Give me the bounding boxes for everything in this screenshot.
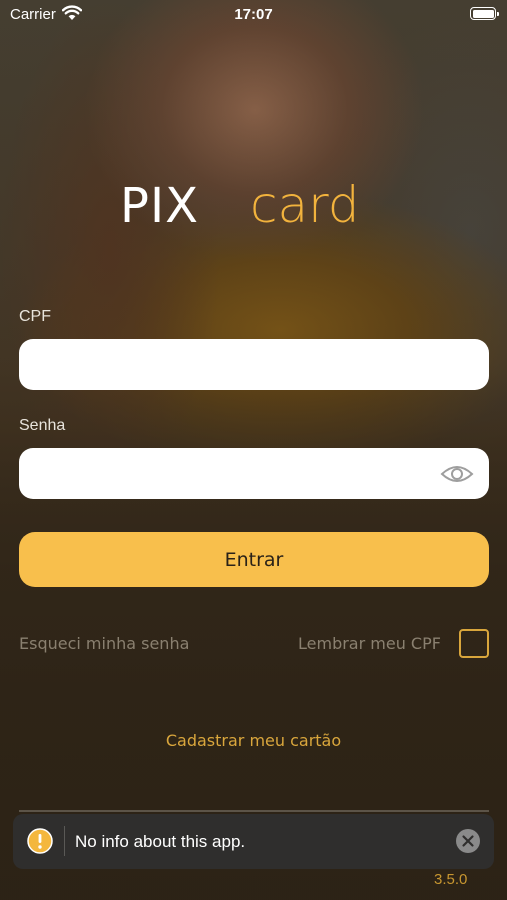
status-bar: Carrier 17:07 xyxy=(0,0,507,30)
cpf-label: CPF xyxy=(19,308,51,325)
app-version: 3.5.0 xyxy=(434,871,468,888)
logo-part1: PIX xyxy=(120,178,199,232)
pixcard-logo: PIX card xyxy=(120,176,360,232)
app-screen: Carrier 17:07 PIX card CPF Senha Entrar … xyxy=(0,0,507,900)
eye-icon[interactable] xyxy=(439,462,475,486)
senha-label: Senha xyxy=(19,417,66,434)
close-icon[interactable] xyxy=(455,828,481,854)
password-input[interactable] xyxy=(19,448,489,499)
logo-part2: card xyxy=(250,176,360,232)
toast-separator xyxy=(64,826,65,856)
forgot-password-link[interactable]: Esqueci minha senha xyxy=(19,634,189,653)
status-time: 17:07 xyxy=(234,6,273,23)
toast-divider-line xyxy=(19,810,489,812)
register-card-link[interactable]: Cadastrar meu cartão xyxy=(0,731,507,750)
battery-icon xyxy=(470,7,499,20)
cpf-input[interactable] xyxy=(19,339,489,390)
info-toast: No info about this app. xyxy=(13,814,494,869)
toast-message: No info about this app. xyxy=(75,832,246,851)
login-button[interactable]: Entrar xyxy=(19,532,489,587)
info-icon xyxy=(27,828,53,854)
remember-cpf-checkbox[interactable] xyxy=(459,629,489,658)
remember-cpf-label: Lembrar meu CPF xyxy=(298,634,441,653)
